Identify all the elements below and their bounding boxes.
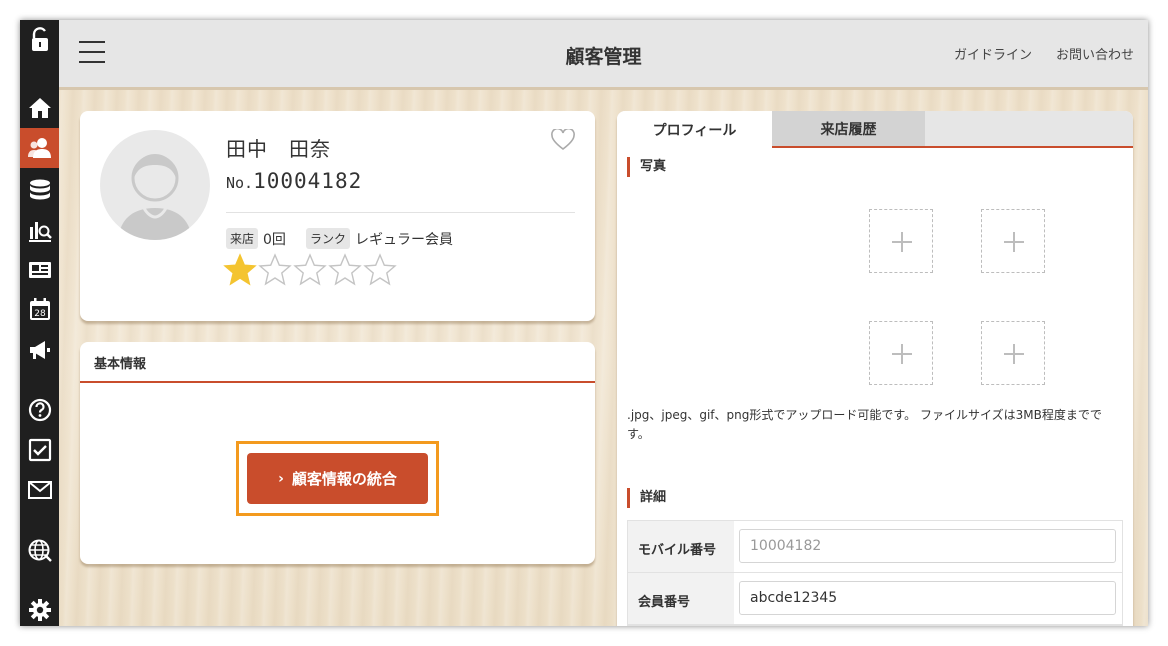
photo-upload-slot[interactable] [981, 209, 1045, 273]
calendar-day: 28 [34, 309, 46, 319]
guideline-link[interactable]: ガイドライン [954, 44, 1032, 63]
member-number-field[interactable] [739, 581, 1116, 615]
top-bar: 顧客管理 ガイドライン お問い合わせ [59, 20, 1148, 90]
basic-info-card: 基本情報 › 顧客情報の統合 [80, 342, 595, 564]
app-window: 28 顧客管理 ガイドライン お問い合わせ 田中 田奈 No.10004182 … [20, 20, 1148, 626]
users-icon[interactable] [20, 128, 59, 168]
customer-name: 田中 田奈 [226, 137, 331, 161]
mail-icon[interactable] [20, 470, 59, 510]
chevron-right-icon: › [278, 470, 284, 487]
photo-upload-slot[interactable] [869, 321, 933, 385]
sidebar: 28 [20, 20, 59, 626]
unlock-icon[interactable] [20, 20, 59, 60]
customer-meta: 来店 0回 ランク レギュラー会員 [226, 228, 453, 249]
photo-format-note: .jpg、jpeg、gif、png形式でアップロード可能です。 ファイルサイズは… [627, 408, 1102, 441]
merge-button-label: 顧客情報の統合 [291, 470, 397, 488]
customer-number: No.10004182 [226, 169, 362, 193]
tab-visit-history[interactable]: 来店履歴 [772, 111, 925, 146]
star-rating[interactable] [223, 253, 397, 287]
help-icon[interactable] [20, 390, 59, 430]
news-icon[interactable] [20, 250, 59, 290]
star-empty-icon[interactable] [328, 253, 362, 287]
detail-section-title: 詳細 [627, 488, 666, 508]
profile-panel: プロフィール 来店履歴 写真 .jpg、jpeg、gif、png形式でアップロー… [617, 111, 1133, 626]
star-empty-icon[interactable] [363, 253, 397, 287]
photo-upload-slot[interactable] [981, 321, 1045, 385]
mobile-number-field[interactable] [739, 529, 1116, 563]
favorite-heart-icon[interactable] [551, 127, 575, 151]
customer-number-prefix: No. [226, 174, 254, 192]
contact-link[interactable]: お問い合わせ [1056, 44, 1134, 63]
member-number-label: 会員番号 [628, 573, 734, 624]
customer-number-value: 10004182 [253, 169, 363, 193]
merge-customer-button[interactable]: › 顧客情報の統合 [247, 453, 428, 504]
globe-icon[interactable] [20, 530, 59, 570]
visits-tag: 来店 [226, 228, 259, 249]
tab-bar: プロフィール 来店履歴 [617, 111, 1133, 148]
mobile-number-label: モバイル番号 [628, 521, 734, 572]
checkbox-icon[interactable] [20, 430, 59, 470]
merge-button-highlight: › 顧客情報の統合 [236, 441, 439, 516]
photo-section-title: 写真 [627, 157, 666, 177]
megaphone-icon[interactable] [20, 330, 59, 370]
avatar [100, 130, 210, 240]
calendar-icon[interactable]: 28 [20, 290, 59, 330]
settings-icon[interactable] [20, 590, 59, 626]
star-empty-icon[interactable] [258, 253, 292, 287]
rank-tag: ランク [305, 228, 350, 249]
table-row: モバイル番号 [628, 521, 1122, 573]
rank-value: レギュラー会員 [354, 231, 453, 248]
photo-upload-slot[interactable] [869, 209, 933, 273]
analytics-icon[interactable] [20, 210, 59, 250]
home-icon[interactable] [20, 88, 59, 128]
header-links: ガイドライン お問い合わせ [954, 44, 1134, 63]
basic-info-title: 基本情報 [80, 342, 595, 383]
customer-card: 田中 田奈 No.10004182 来店 0回 ランク レギュラー会員 [80, 111, 595, 321]
visits-value: 0回 [263, 231, 286, 248]
detail-table: モバイル番号 会員番号 [627, 520, 1123, 626]
table-row: 会員番号 [628, 573, 1122, 625]
tab-profile[interactable]: プロフィール [617, 111, 772, 148]
star-empty-icon[interactable] [293, 253, 327, 287]
divider [226, 212, 575, 213]
star-filled-icon[interactable] [223, 253, 257, 287]
database-icon[interactable] [20, 170, 59, 210]
